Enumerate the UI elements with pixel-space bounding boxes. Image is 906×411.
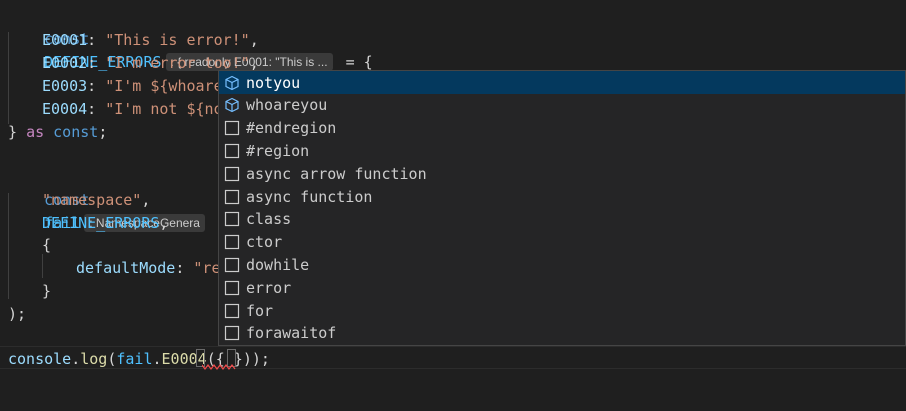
opening-brace: { <box>42 236 52 254</box>
suggest-item-label: ctor <box>246 233 283 252</box>
code-line-2: E0001: "This is error!", <box>42 29 259 52</box>
property-cube-icon <box>224 97 240 113</box>
dot: . <box>71 350 81 368</box>
snippet-square-icon <box>224 120 240 136</box>
colon: : <box>87 31 106 49</box>
string-literal: "I'm not ${not <box>105 100 232 118</box>
code-line-14: ); <box>8 303 26 326</box>
string-literal: "I'm ${whoarey <box>105 77 232 95</box>
colon: : <box>175 259 194 277</box>
suggest-item[interactable]: error <box>219 276 905 299</box>
property-key: E0001 <box>42 31 88 49</box>
code-line-1: const DEFINE_ERRORS: { readonly E0001: "… <box>8 5 373 71</box>
suggest-item-label: forawaitof <box>246 324 337 343</box>
snippet-square-icon <box>224 166 240 182</box>
suggest-item[interactable]: async function <box>219 185 905 208</box>
snippet-square-icon <box>224 211 240 227</box>
code-line-10: DEFINE_ERRORS, <box>42 212 168 235</box>
code-line-4: E0003: "I'm ${whoarey <box>42 75 232 98</box>
property-key: E0003 <box>42 77 88 95</box>
comma: , <box>159 214 169 232</box>
code-line-12: defaultMode: "rel <box>76 257 230 280</box>
closing-paren: ); <box>8 305 27 323</box>
code-line-6: } as const; <box>8 121 107 144</box>
suggest-item-label: dowhile <box>246 255 310 274</box>
suggest-item-label: async arrow function <box>246 164 427 183</box>
colon: : <box>87 54 106 72</box>
snippet-square-icon <box>224 143 240 159</box>
suggest-item[interactable]: whoareyou <box>219 94 905 117</box>
string-literal: "This is error!" <box>105 31 250 49</box>
identifier-fail: fail <box>116 350 153 368</box>
semicolon: ; <box>98 123 108 141</box>
suggest-item[interactable]: notyou <box>219 71 905 94</box>
suggest-item[interactable]: #region <box>219 139 905 162</box>
suggest-item-label: #endregion <box>246 119 337 138</box>
snippet-square-icon <box>224 280 240 296</box>
dot: . <box>152 350 162 368</box>
closing-parens: )); <box>242 350 270 368</box>
property-key: defaultMode <box>76 259 176 277</box>
property-cube-icon <box>224 75 240 91</box>
comma: , <box>141 191 151 209</box>
property-key: E0004 <box>42 100 88 118</box>
closing-brace: } <box>42 282 52 300</box>
suggest-item-label: #region <box>246 141 310 160</box>
colon: : <box>87 100 106 118</box>
suggest-widget[interactable]: notyou whoareyou #endregion #region async ar… <box>218 70 906 346</box>
snippet-square-icon <box>224 325 240 341</box>
suggest-item[interactable]: dowhile <box>219 253 905 276</box>
error-squiggle <box>202 364 236 370</box>
suggest-item-label: notyou <box>246 73 301 92</box>
colon: : <box>87 77 106 95</box>
string-literal: "namespace" <box>42 191 142 209</box>
method-log: log <box>80 350 108 368</box>
suggest-item[interactable]: ctor <box>219 231 905 254</box>
suggest-item[interactable]: #endregion <box>219 117 905 140</box>
suggest-item[interactable]: class <box>219 208 905 231</box>
code-line-11: { <box>42 234 51 257</box>
code-line-5: E0004: "I'm not ${not <box>42 98 232 121</box>
suggest-item[interactable]: for <box>219 299 905 322</box>
suggest-item-label: for <box>246 301 274 320</box>
suggest-item-label: error <box>246 278 292 297</box>
snippet-square-icon <box>224 257 240 273</box>
code-line-9: "namespace", <box>42 189 150 212</box>
snippet-square-icon <box>224 303 240 319</box>
suggest-item-label: async function <box>246 187 373 206</box>
suggest-item[interactable]: async arrow function <box>219 162 905 185</box>
keyword-as: as <box>26 123 45 141</box>
suggest-item[interactable]: forawaitof <box>219 322 905 345</box>
keyword-const: const <box>53 123 99 141</box>
suggest-item-label: class <box>246 210 292 229</box>
identifier-console: console <box>8 350 72 368</box>
indent-guide <box>42 254 43 278</box>
comma: , <box>249 31 259 49</box>
code-line-8: const fail: NamespaceGenera <box>8 166 209 232</box>
closing-brace: } <box>8 123 27 141</box>
snippet-square-icon <box>224 234 240 250</box>
code-line-13: } <box>42 280 51 303</box>
property-key: E0002 <box>42 54 88 72</box>
assign-brace: = { <box>336 53 373 71</box>
snippet-square-icon <box>224 189 240 205</box>
suggest-item-label: whoareyou <box>246 96 328 115</box>
identifier-define-errors: DEFINE_ERRORS <box>42 214 160 232</box>
